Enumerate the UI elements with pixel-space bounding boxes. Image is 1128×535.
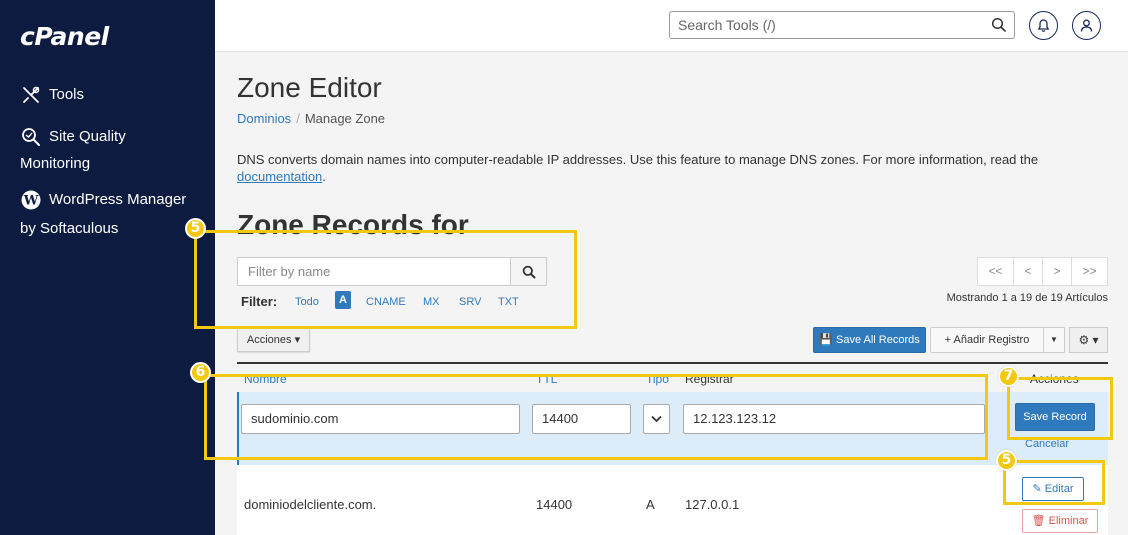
sidebar-item-label-cont[interactable]: by Softaculous (20, 215, 118, 243)
breadcrumb-current: Manage Zone (304, 111, 386, 126)
breadcrumb-separator: / (296, 111, 300, 126)
pagination: << < > >> (977, 257, 1108, 286)
pager-next-button[interactable]: > (1042, 257, 1072, 286)
wordpress-icon: W (20, 189, 42, 211)
save-all-records-button[interactable]: 💾 Save All Records (813, 327, 926, 353)
record-type: A (646, 497, 655, 512)
step-badge-save: 7 (998, 366, 1019, 387)
delete-record-button[interactable]: 🗑 Eliminar (1022, 509, 1098, 533)
user-menu-button[interactable] (1072, 11, 1101, 40)
sidebar-item-tools[interactable]: Tools (20, 81, 84, 109)
step-badge-editar: 5 (996, 450, 1017, 471)
record-name: dominiodelcliente.com. (244, 497, 377, 512)
record-value: 127.0.0.1 (685, 497, 740, 512)
page-title: Zone Editor (237, 72, 382, 103)
bell-icon (1037, 19, 1050, 32)
gear-menu-button[interactable]: ⚙ ▾ (1069, 327, 1108, 353)
add-record-button[interactable]: + Añadir Registro (930, 327, 1044, 353)
pager-summary: Mostrando 1 a 19 de 19 Artículos (946, 292, 1108, 304)
description-text: DNS converts domain names into computer-… (237, 152, 1039, 167)
svg-text:W: W (23, 194, 39, 209)
pager-last-button[interactable]: >> (1071, 257, 1108, 286)
user-icon (1080, 19, 1093, 32)
tools-icon (20, 84, 42, 106)
sidebar-item-label-cont[interactable]: Monitoring (20, 150, 90, 178)
search-icon[interactable] (991, 17, 1007, 33)
add-record-caret-button[interactable]: ▼ (1043, 327, 1065, 353)
cpanel-logo[interactable]: cPanel (20, 22, 109, 51)
save-icon: 💾 (819, 334, 836, 346)
sidebar: cPanel Tools Site Quality Monitoring W W… (0, 0, 215, 535)
highlight-save-record (1007, 377, 1113, 440)
table-header-rule (237, 362, 1108, 364)
sidebar-item-label: Site Quality (49, 128, 126, 145)
breadcrumb-dominios-link[interactable]: Dominios (237, 111, 291, 126)
notifications-button[interactable] (1029, 11, 1058, 40)
highlight-edit-row (204, 374, 988, 460)
search-input[interactable] (670, 12, 970, 38)
pager-prev-button[interactable]: < (1013, 257, 1043, 286)
search-box[interactable] (669, 11, 1015, 39)
save-all-label: Save All Records (836, 334, 920, 346)
pager-first-button[interactable]: << (977, 257, 1014, 286)
description-end: . (322, 169, 326, 184)
step-badge-edit-row: 6 (190, 362, 211, 383)
acciones-dropdown-button[interactable]: Acciones ▾ (237, 328, 310, 352)
breadcrumb: Dominios / Manage Zone (237, 111, 385, 126)
sidebar-item-label: WordPress Manager (49, 191, 187, 208)
sidebar-item-site-quality[interactable]: Site Quality (20, 123, 126, 151)
top-bar (215, 0, 1128, 52)
documentation-link[interactable]: documentation (237, 169, 322, 184)
step-badge-filter: 5 (185, 218, 206, 239)
sidebar-item-label: Tools (49, 86, 85, 103)
sidebar-item-wordpress[interactable]: W WordPress Manager (20, 186, 186, 214)
highlight-filter-box (194, 230, 577, 329)
page-description: DNS converts domain names into computer-… (237, 151, 1107, 185)
record-ttl: 14400 (536, 497, 573, 512)
site-quality-icon (20, 126, 42, 148)
highlight-editar (1003, 460, 1105, 505)
